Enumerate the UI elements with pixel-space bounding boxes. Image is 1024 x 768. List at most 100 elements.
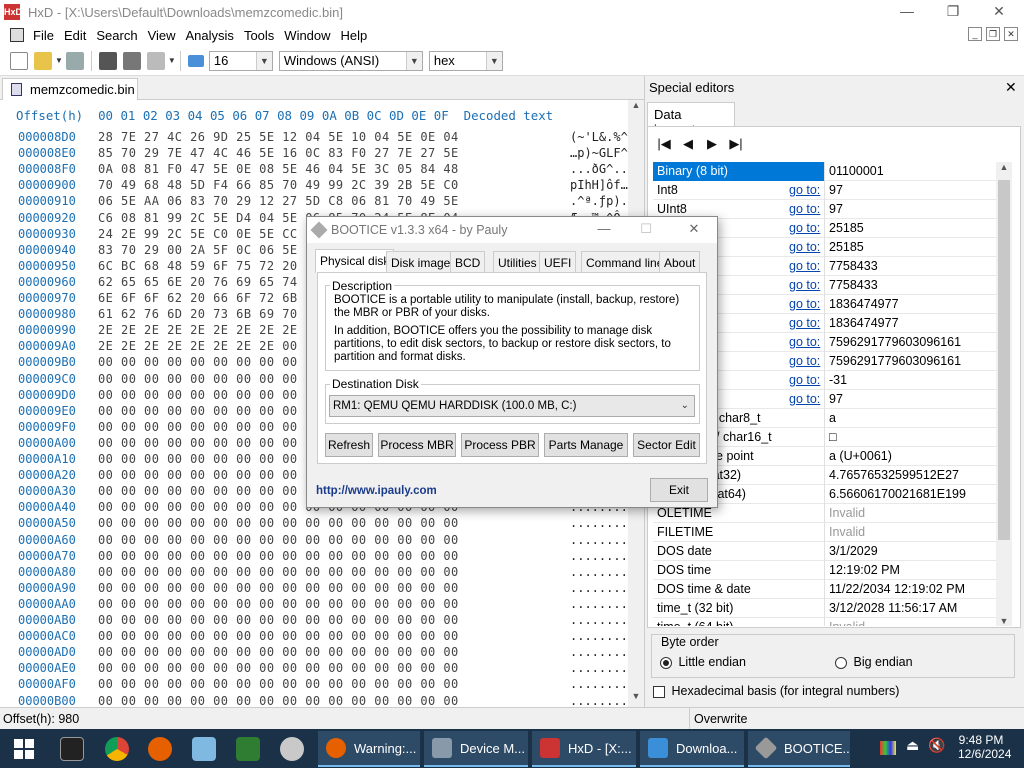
inspector-row[interactable]: time_t (32 bit) 3/12/2028 11:56:17 AM (653, 599, 996, 618)
inspector-value[interactable]: 25185 (829, 240, 864, 254)
taskbar-window-firefox[interactable]: Warning:... (318, 731, 420, 767)
terminal-icon[interactable] (60, 737, 84, 761)
inspector-value[interactable]: 12:19:02 PM (829, 563, 900, 577)
disk-icon[interactable] (98, 51, 117, 70)
first-icon[interactable]: |◀ (656, 136, 672, 152)
open-dropdown-icon[interactable]: ▼ (55, 56, 63, 65)
chevron-down-icon[interactable]: ▼ (255, 51, 272, 70)
hex-row[interactable]: 00000900 70 49 68 48 5D F4 66 85 70 49 99… (18, 178, 686, 194)
hex-row[interactable]: 000008F0 0A 08 81 F0 47 5E 0E 08 5E 46 04… (18, 162, 686, 178)
inspector-value[interactable]: a (U+0061) (829, 449, 892, 463)
last-icon[interactable]: ▶| (728, 136, 744, 152)
inspector-value[interactable]: -31 (829, 373, 847, 387)
row-hex-bytes[interactable]: 00 00 00 00 00 00 00 00 00 00 00 00 00 0… (98, 694, 570, 708)
row-hex-bytes[interactable]: 00 00 00 00 00 00 00 00 00 00 00 00 00 0… (98, 661, 570, 675)
goto-link[interactable]: go to: (789, 354, 820, 368)
tab-utilities[interactable]: Utilities (493, 251, 542, 273)
goto-link[interactable]: go to: (789, 373, 820, 387)
menu-window[interactable]: Window (279, 28, 335, 43)
inspector-value[interactable]: 3/1/2029 (829, 544, 878, 558)
mdi-close-button[interactable]: ✕ (1004, 27, 1018, 41)
radio-checked-icon[interactable] (660, 656, 672, 669)
windows-start-icon[interactable] (14, 739, 34, 759)
charset-select[interactable]: Windows (ANSI) ▼ (278, 50, 423, 71)
inspector-value[interactable]: 1836474977 (829, 316, 899, 330)
inspector-value[interactable]: □ (829, 430, 837, 444)
inspector-value[interactable]: 01100001 (829, 164, 884, 178)
chevron-down-icon[interactable]: ▼ (485, 51, 502, 70)
goto-link[interactable]: go to: (789, 297, 820, 311)
scroll-down-icon[interactable]: ▼ (628, 691, 644, 707)
tab-physical-disk[interactable]: Physical disk (315, 249, 395, 273)
taskbar-window-hxd[interactable]: HxD - [X:... (532, 731, 636, 767)
close-icon[interactable]: ✕ (1005, 79, 1017, 96)
tab-bcd[interactable]: BCD (450, 251, 486, 273)
inspector-value[interactable]: 1836474977 (829, 297, 899, 311)
row-hex-bytes[interactable]: 00 00 00 00 00 00 00 00 00 00 00 00 00 0… (98, 597, 570, 611)
firefox-icon[interactable] (148, 737, 172, 761)
inspector-value[interactable]: 25185 (829, 221, 864, 235)
dialog-close-button[interactable]: ✕ (679, 221, 709, 237)
tab-memzcomedic[interactable]: memzcomedic.bin (2, 78, 138, 100)
chrome-icon[interactable] (105, 737, 129, 761)
document-icon[interactable] (10, 28, 24, 42)
mdi-restore-button[interactable]: ❐ (986, 27, 1000, 41)
print-icon[interactable] (146, 51, 165, 70)
app-icon[interactable] (280, 737, 304, 761)
goto-link[interactable]: go to: (789, 316, 820, 330)
taskbar-window-downloads[interactable]: Downloa... (640, 731, 744, 767)
row-hex-bytes[interactable]: 00 00 00 00 00 00 00 00 00 00 00 00 00 0… (98, 677, 570, 691)
hex-row[interactable]: 00000A50 00 00 00 00 00 00 00 00 00 00 00… (18, 516, 686, 532)
tab-disk-image[interactable]: Disk image (386, 251, 456, 273)
goto-link[interactable]: go to: (789, 202, 820, 216)
goto-link[interactable]: go to: (789, 278, 820, 292)
menu-view[interactable]: View (143, 28, 181, 43)
inspector-value[interactable]: 7758433 (829, 259, 878, 273)
inspector-row[interactable]: DOS time & date 11/22/2034 12:19:02 PM (653, 580, 996, 599)
tab-uefi[interactable]: UEFI (539, 251, 577, 273)
hex-row[interactable]: 00000A90 00 00 00 00 00 00 00 00 00 00 00… (18, 581, 686, 597)
next-icon[interactable]: ▶ (704, 136, 720, 152)
hex-row[interactable]: 00000AB0 00 00 00 00 00 00 00 00 00 00 00… (18, 613, 686, 629)
scroll-up-icon[interactable]: ▲ (628, 100, 644, 116)
inspector-row[interactable]: DOS date 3/1/2029 (653, 542, 996, 561)
print-dropdown-icon[interactable]: ▼ (168, 56, 176, 65)
dialog-minimize-button[interactable]: — (589, 221, 619, 236)
mdi-minimize-button[interactable]: _ (968, 27, 982, 41)
open-folder-icon[interactable] (34, 51, 52, 70)
big-endian-radio[interactable]: Big endian (835, 655, 913, 669)
row-hex-bytes[interactable]: 28 7E 27 4C 26 9D 25 5E 12 04 5E 10 04 5… (98, 130, 570, 144)
row-hex-bytes[interactable]: 00 00 00 00 00 00 00 00 00 00 00 00 00 0… (98, 581, 570, 595)
row-hex-bytes[interactable]: 00 00 00 00 00 00 00 00 00 00 00 00 00 0… (98, 565, 570, 579)
tab-about[interactable]: About (659, 251, 701, 273)
spreadsheet-icon[interactable] (236, 737, 260, 761)
goto-link[interactable]: go to: (789, 240, 820, 254)
process-pbr-button[interactable]: Process PBR (461, 433, 539, 457)
goto-link[interactable]: go to: (789, 335, 820, 349)
checkbox-icon[interactable] (653, 685, 665, 698)
clock[interactable]: 9:48 PM 12/6/2024 (958, 733, 1011, 761)
inspector-row[interactable]: Int8 go to: 97 (653, 181, 996, 200)
hex-row[interactable]: 00000AF0 00 00 00 00 00 00 00 00 00 00 00… (18, 677, 686, 693)
destination-disk-select[interactable]: RM1: QEMU QEMU HARDDISK (100.0 MB, C:) ⌄ (329, 395, 695, 417)
bytes-per-row-select[interactable]: 16 ▼ (208, 50, 273, 71)
inspector-row[interactable]: FILETIME Invalid (653, 523, 996, 542)
scroll-down-icon[interactable]: ▼ (996, 616, 1012, 626)
scroll-thumb[interactable] (998, 180, 1010, 540)
row-hex-bytes[interactable]: 70 49 68 48 5D F4 66 85 70 49 99 2C 39 2… (98, 178, 570, 192)
taskbar-window-device-manager[interactable]: Device M... (424, 731, 528, 767)
row-hex-bytes[interactable]: 00 00 00 00 00 00 00 00 00 00 00 00 00 0… (98, 613, 570, 627)
inspector-row[interactable]: DOS time 12:19:02 PM (653, 561, 996, 580)
menu-edit[interactable]: Edit (59, 28, 91, 43)
inspector-value[interactable]: 7758433 (829, 278, 878, 292)
refresh-button[interactable]: Refresh (325, 433, 373, 457)
row-hex-bytes[interactable]: 00 00 00 00 00 00 00 00 00 00 00 00 00 0… (98, 516, 570, 530)
hex-row[interactable]: 00000A60 00 00 00 00 00 00 00 00 00 00 00… (18, 533, 686, 549)
save-icon[interactable] (65, 51, 84, 70)
menu-file[interactable]: File (28, 28, 59, 43)
inspector-value[interactable]: 3/12/2028 11:56:17 AM (829, 601, 957, 615)
inspector-value[interactable]: 7596291779603096161 (829, 335, 961, 349)
hex-row[interactable]: 000008E0 85 70 29 7E 47 4C 46 5E 16 0C 83… (18, 146, 686, 162)
close-button[interactable]: ✕ (976, 0, 1022, 24)
row-hex-bytes[interactable]: 00 00 00 00 00 00 00 00 00 00 00 00 00 0… (98, 645, 570, 659)
